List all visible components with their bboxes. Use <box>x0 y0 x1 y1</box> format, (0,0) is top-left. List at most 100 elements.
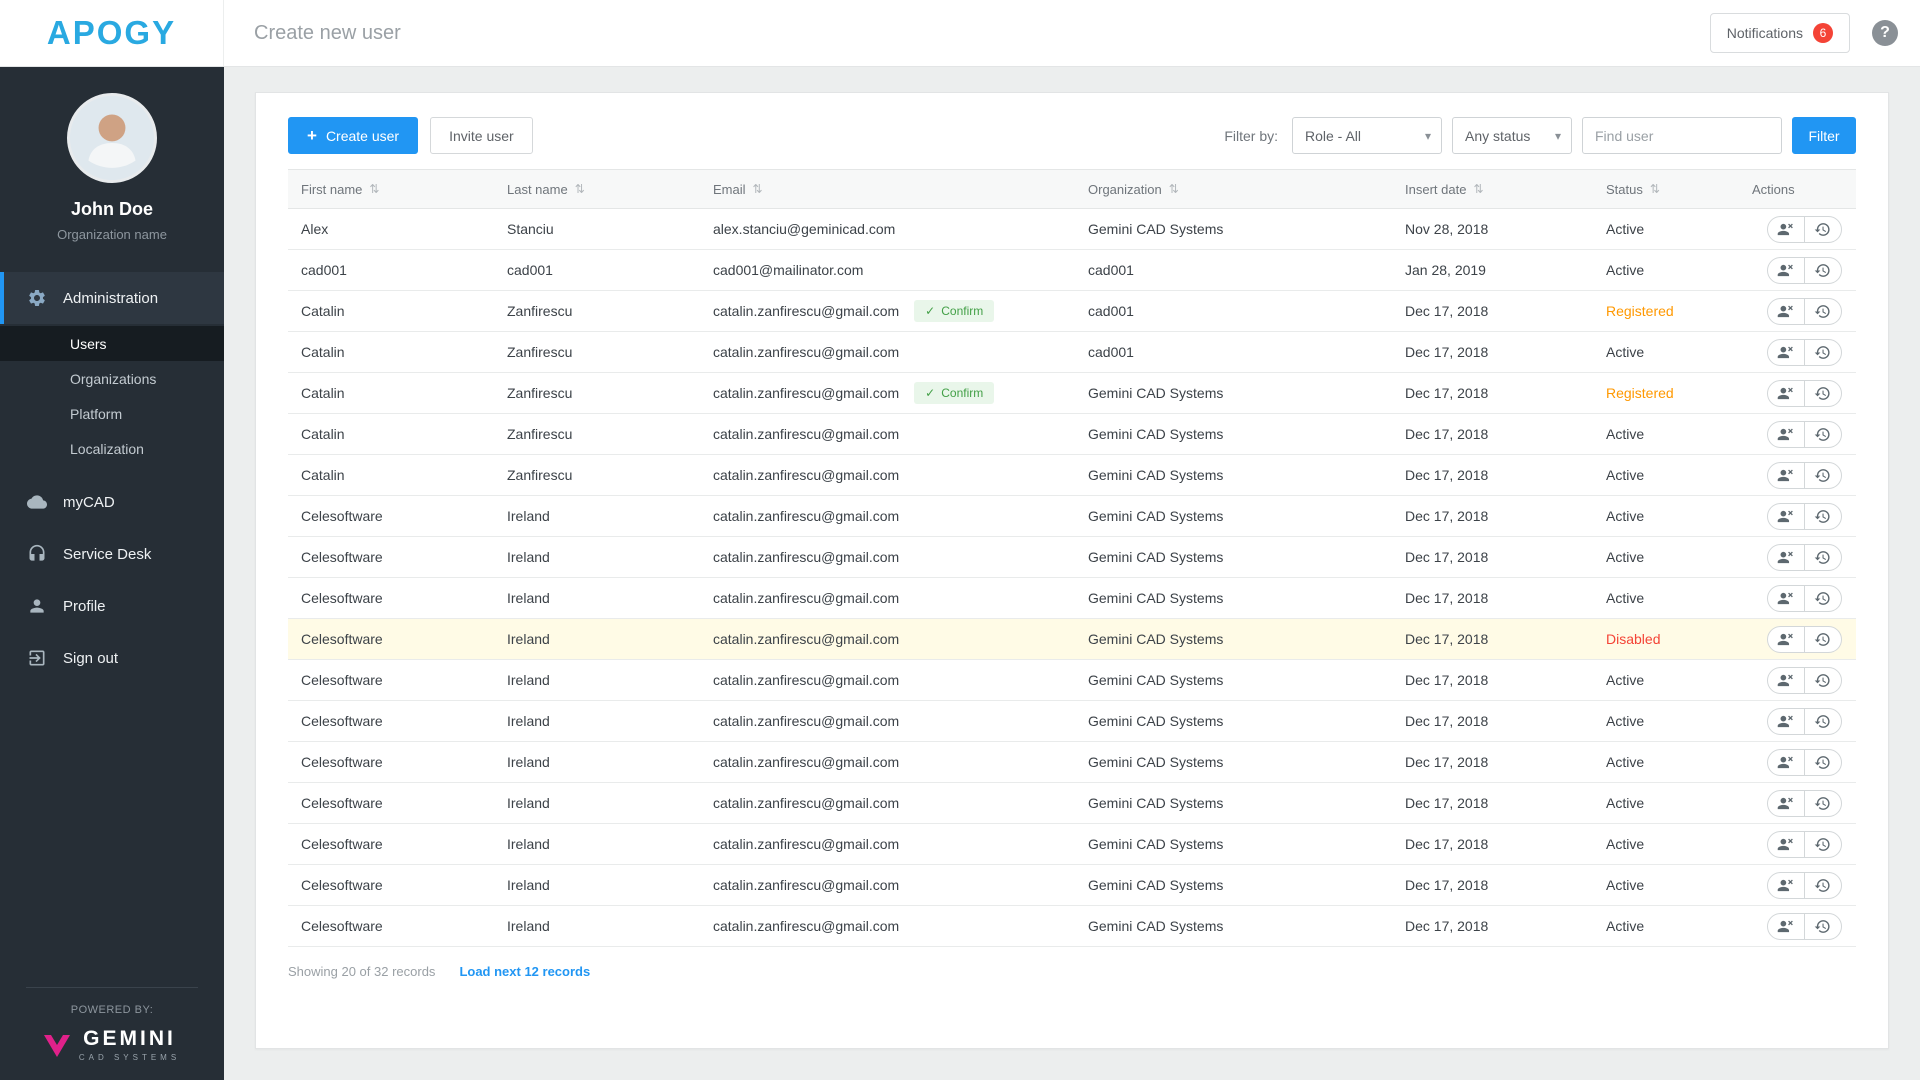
history-button[interactable] <box>1803 625 1842 653</box>
row-action-group <box>1766 871 1842 899</box>
history-icon <box>1814 878 1830 892</box>
sidebar-item-mycad[interactable]: myCAD <box>0 476 224 528</box>
remove-user-button[interactable] <box>1766 256 1805 284</box>
remove-user-button[interactable] <box>1766 912 1805 940</box>
remove-user-button[interactable] <box>1766 297 1805 325</box>
history-button[interactable] <box>1803 871 1842 899</box>
remove-user-button[interactable] <box>1766 543 1805 571</box>
cell-actions <box>1752 215 1856 243</box>
column-header-organization[interactable]: Organization ⇅ <box>1088 182 1405 197</box>
cell-first-name: Celesoftware <box>301 713 383 729</box>
history-button[interactable] <box>1803 584 1842 612</box>
confirm-badge[interactable]: ✓ Confirm <box>914 300 995 322</box>
history-button[interactable] <box>1803 461 1842 489</box>
history-button[interactable] <box>1803 707 1842 735</box>
table-row: Catalin Zanfirescu catalin.zanfirescu@gm… <box>288 414 1856 455</box>
gear-icon <box>29 290 45 306</box>
remove-user-icon <box>1777 223 1793 235</box>
history-button[interactable] <box>1803 420 1842 448</box>
app-logo[interactable]: APOGY <box>0 0 224 66</box>
column-header-first-name[interactable]: First name ⇅ <box>301 182 507 197</box>
status-filter-select[interactable]: Any status ▾ <box>1452 117 1572 154</box>
remove-user-button[interactable] <box>1766 215 1805 243</box>
column-header-status[interactable]: Status ⇅ <box>1606 182 1752 197</box>
remove-user-button[interactable] <box>1766 379 1805 407</box>
remove-user-button[interactable] <box>1766 625 1805 653</box>
sort-icon[interactable]: ⇅ <box>575 182 585 196</box>
sidebar-item-users[interactable]: Users <box>0 326 224 361</box>
row-action-group <box>1766 215 1842 243</box>
remove-user-button[interactable] <box>1766 789 1805 817</box>
remove-user-button[interactable] <box>1766 748 1805 776</box>
cell-insert-date: Jan 28, 2019 <box>1405 262 1486 278</box>
remove-user-button[interactable] <box>1766 420 1805 448</box>
sidebar-item-profile[interactable]: Profile <box>0 580 224 632</box>
table-row: Celesoftware Ireland catalin.zanfirescu@… <box>288 906 1856 947</box>
row-action-group <box>1766 502 1842 530</box>
cell-email: catalin.zanfirescu@gmail.com <box>713 344 900 360</box>
cell-first-name: Celesoftware <box>301 754 383 770</box>
remove-user-button[interactable] <box>1766 666 1805 694</box>
remove-user-button[interactable] <box>1766 584 1805 612</box>
cell-organization: Gemini CAD Systems <box>1088 877 1224 893</box>
sort-icon[interactable]: ⇅ <box>1650 182 1660 196</box>
table-row: Celesoftware Ireland catalin.zanfirescu@… <box>288 701 1856 742</box>
cell-email: catalin.zanfirescu@gmail.com ✓ Confirm <box>713 300 1088 322</box>
column-header-insert-date[interactable]: Insert date ⇅ <box>1405 182 1606 197</box>
sidebar-item-localization[interactable]: Localization <box>0 431 224 466</box>
sort-icon[interactable]: ⇅ <box>369 182 379 196</box>
row-action-group <box>1766 584 1842 612</box>
cell-email: catalin.zanfirescu@gmail.com <box>713 549 900 565</box>
remove-user-button[interactable] <box>1766 502 1805 530</box>
confirm-badge[interactable]: ✓ Confirm <box>914 382 995 404</box>
history-button[interactable] <box>1803 666 1842 694</box>
history-button[interactable] <box>1803 379 1842 407</box>
history-button[interactable] <box>1803 256 1842 284</box>
column-header-last-name[interactable]: Last name ⇅ <box>507 182 713 197</box>
table-row: cad001 cad001 cad001@mailinator.com cad0… <box>288 250 1856 291</box>
chevron-down-icon: ▾ <box>1424 128 1431 143</box>
find-user-input[interactable] <box>1582 117 1782 154</box>
notifications-button[interactable]: Notifications 6 <box>1709 13 1850 53</box>
row-action-group <box>1766 543 1842 571</box>
sidebar-item-sign-out[interactable]: Sign out <box>0 632 224 684</box>
history-button[interactable] <box>1803 543 1842 571</box>
remove-user-button[interactable] <box>1766 830 1805 858</box>
invite-user-button[interactable]: Invite user <box>430 117 533 154</box>
create-user-button[interactable]: + Create user <box>288 117 419 154</box>
sort-icon[interactable]: ⇅ <box>753 182 763 196</box>
history-button[interactable] <box>1803 297 1842 325</box>
remove-user-button[interactable] <box>1766 338 1805 366</box>
top-header: APOGY Create new user Notifications 6 ? <box>0 0 1920 67</box>
cell-last-name: Ireland <box>507 590 550 606</box>
sort-icon[interactable]: ⇅ <box>1169 182 1179 196</box>
row-action-group <box>1766 912 1842 940</box>
history-button[interactable] <box>1803 748 1842 776</box>
sidebar-item-platform[interactable]: Platform <box>0 396 224 431</box>
history-button[interactable] <box>1803 338 1842 366</box>
remove-user-button[interactable] <box>1766 871 1805 899</box>
sidebar-item-service-desk[interactable]: Service Desk <box>0 528 224 580</box>
history-button[interactable] <box>1803 912 1842 940</box>
history-button[interactable] <box>1803 215 1842 243</box>
app-logo-text: APOGY <box>46 14 177 51</box>
cell-first-name: Celesoftware <box>301 795 383 811</box>
cell-actions <box>1752 502 1856 530</box>
sidebar-item-administration[interactable]: Administration <box>0 272 224 324</box>
sidebar-item-organizations[interactable]: Organizations <box>0 361 224 396</box>
cell-email: catalin.zanfirescu@gmail.com <box>713 590 900 606</box>
cell-actions <box>1752 666 1856 694</box>
history-button[interactable] <box>1803 789 1842 817</box>
remove-user-button[interactable] <box>1766 707 1805 735</box>
load-more-link[interactable]: Load next 12 records <box>459 964 590 979</box>
sort-icon[interactable]: ⇅ <box>1473 182 1483 196</box>
remove-user-button[interactable] <box>1766 461 1805 489</box>
cell-first-name: Alex <box>301 221 329 237</box>
history-button[interactable] <box>1803 830 1842 858</box>
history-button[interactable] <box>1803 502 1842 530</box>
column-header-email[interactable]: Email ⇅ <box>713 182 1088 197</box>
table-body: Alex Stanciu alex.stanciu@geminicad.com … <box>288 209 1856 947</box>
role-filter-select[interactable]: Role - All ▾ <box>1292 117 1442 154</box>
help-icon[interactable]: ? <box>1872 20 1898 46</box>
filter-button[interactable]: Filter <box>1792 117 1856 154</box>
